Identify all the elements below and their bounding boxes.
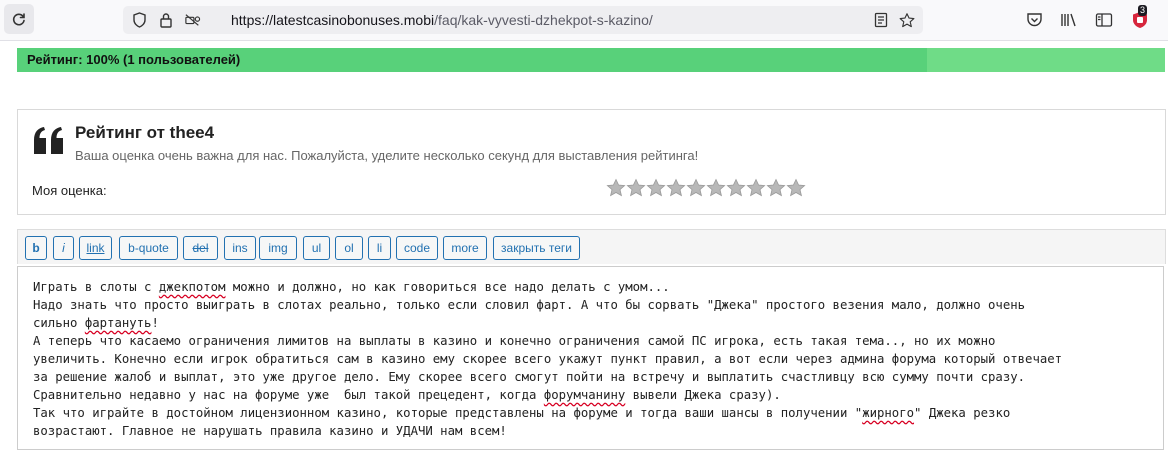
reader-view-icon[interactable] (873, 12, 889, 28)
star-rating[interactable] (606, 178, 806, 198)
text-segment: Надо знать что просто выиграть в слотах … (33, 298, 1026, 312)
quicktag-button[interactable]: закрыть теги (493, 236, 580, 260)
editor-quicktags-toolbar: b i link b-quote del ins img ul ol li code more закр… (17, 229, 1166, 264)
quicktag-button[interactable]: b (25, 236, 47, 260)
spellcheck-word: жирного (862, 406, 915, 420)
text-segment: увеличить. Конечно если игрок обратиться… (33, 352, 1063, 366)
quicktag-button[interactable]: li (368, 236, 391, 260)
lock-icon[interactable] (158, 12, 174, 28)
text-line: увеличить. Конечно если игрок обратиться… (33, 350, 1148, 368)
text-line: Так что играйте в достойном лицензионном… (33, 404, 1148, 422)
text-segment: вывели Джека сразу). (625, 388, 781, 402)
permissions-icon[interactable] (185, 12, 201, 28)
text-line: за решение жалоб и выплат, это уже друго… (33, 368, 1148, 386)
quicktag-button[interactable]: ul (303, 236, 330, 260)
text-segment: Сравнительно недавно у нас на форуме уже… (33, 388, 544, 402)
quicktag-button[interactable]: link (79, 236, 112, 260)
rating-bar: Рейтинг: 100% (1 пользователей) (17, 48, 1165, 72)
comment-textarea[interactable]: Играть в слоты с джекпотом можно и должн… (17, 266, 1164, 450)
star-icon[interactable] (686, 178, 706, 198)
text-line: возрастают. Главное не нарушать правила … (33, 422, 1148, 440)
text-segment: А теперь что касаемо ограничения лимитов… (33, 334, 996, 348)
star-icon[interactable] (746, 178, 766, 198)
text-segment: возрастают. Главное не нарушать правила … (33, 424, 507, 438)
sidebar-icon[interactable] (1095, 11, 1113, 29)
quicktag-button[interactable]: img (259, 236, 297, 260)
reload-icon (12, 13, 25, 26)
text-segment: Играть в слоты с (33, 280, 159, 294)
address-bar[interactable]: https://latestcasinobonuses.mobi/faq/kak… (123, 6, 923, 34)
web-page: Рейтинг: 100% (1 пользователей) Рейтинг … (0, 41, 1168, 450)
spellcheck-word: джекпотом (158, 280, 226, 294)
text-line: сильно фартануть! (33, 314, 1148, 332)
text-segment: " Джека резко (914, 406, 1011, 420)
spellcheck-word: форумчанину (543, 388, 626, 402)
url-path: /faq/kak-vyvesti-dzhekpot-s-kazino/ (434, 12, 653, 28)
browser-toolbar: https://latestcasinobonuses.mobi/faq/kak… (0, 0, 1168, 41)
library-icon[interactable] (1060, 11, 1078, 29)
text-segment: Так что играйте в достойном лицензионном… (33, 406, 863, 420)
bookmark-star-icon[interactable] (899, 12, 915, 28)
quicktag-button[interactable]: ol (335, 236, 363, 260)
quicktag-button[interactable]: i (53, 236, 74, 260)
quote-icon (32, 126, 66, 156)
spellcheck-word: фартануть (84, 316, 152, 330)
url-host: https://latestcasinobonuses.mobi (231, 12, 435, 28)
quicktag-button[interactable]: del (183, 236, 218, 260)
text-line: А теперь что касаемо ограничения лимитов… (33, 332, 1148, 350)
rating-label: Рейтинг: 100% (1 пользователей) (27, 52, 241, 67)
text-segment: ! (151, 316, 159, 330)
reload-button[interactable] (4, 4, 34, 34)
my-rating-label: Моя оценка: (32, 183, 107, 198)
star-icon[interactable] (626, 178, 646, 198)
text-line: Надо знать что просто выиграть в слотах … (33, 296, 1148, 314)
rating-subtitle: Ваша оценка очень важна для нас. Пожалуй… (75, 148, 699, 163)
star-icon[interactable] (646, 178, 666, 198)
quicktag-button[interactable]: more (443, 236, 487, 260)
url-text[interactable]: https://latestcasinobonuses.mobi/faq/kak… (231, 12, 653, 28)
text-segment: сильно (33, 316, 85, 330)
rating-title: Рейтинг от thee4 (75, 123, 215, 142)
pocket-icon[interactable] (1025, 11, 1043, 29)
text-segment: можно и должно, но как говориться все на… (225, 280, 670, 294)
star-icon[interactable] (666, 178, 686, 198)
star-icon[interactable] (706, 178, 726, 198)
tracking-protection-icon[interactable] (131, 12, 147, 28)
text-segment: за решение жалоб и выплат, это уже друго… (33, 370, 1026, 384)
quicktag-button[interactable]: ins (224, 236, 256, 260)
text-line: Сравнительно недавно у нас на форуме уже… (33, 386, 1148, 404)
star-icon[interactable] (606, 178, 626, 198)
star-icon[interactable] (766, 178, 786, 198)
star-icon[interactable] (786, 178, 806, 198)
star-icon[interactable] (726, 178, 746, 198)
text-line: Играть в слоты с джекпотом можно и должн… (33, 278, 1148, 296)
rating-widget: Рейтинг от thee4 Ваша оценка очень важна… (17, 109, 1166, 215)
quicktag-button[interactable]: code (396, 236, 438, 260)
quicktag-button[interactable]: b-quote (119, 236, 178, 260)
extension-badge: 3 (1138, 5, 1148, 16)
